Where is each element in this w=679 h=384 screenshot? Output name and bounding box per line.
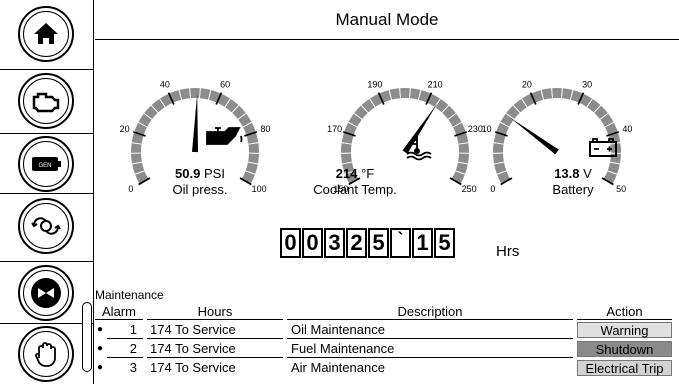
battery-tick-label: 40 <box>622 124 632 134</box>
maintenance-title: Maintenance <box>95 288 164 302</box>
coolant-temp-readout: 214 °F Coolant Temp. <box>295 166 415 198</box>
battery-scale-segment <box>492 143 504 153</box>
row-bullet: ● <box>97 362 104 373</box>
hour-digit: 3 <box>324 228 345 258</box>
cycle-button[interactable] <box>0 194 94 262</box>
table-row[interactable]: ● 1 174 To Service Oil Maintenance Warni… <box>95 321 679 339</box>
battery-tick-label: 20 <box>522 79 532 89</box>
description-cell: Fuel Maintenance <box>287 340 573 358</box>
gauges-panel: 0 20 40 60 80 100 150 170 190 210 230 250 0 10 20 30 40 5… <box>95 40 679 220</box>
oil-pressure-scale-segment <box>190 88 200 99</box>
horn-silence-button[interactable] <box>0 262 94 324</box>
generator-button[interactable]: GEN <box>0 134 94 194</box>
stop-button-circle[interactable] <box>18 326 74 382</box>
engine-button-circle[interactable] <box>18 73 74 129</box>
description-cell: Air Maintenance <box>291 360 385 375</box>
hours-cell: 174 To Service <box>150 360 236 375</box>
coolant-temp-value: 214 <box>335 166 358 181</box>
coolant-temp-tick-label: 170 <box>327 124 342 134</box>
stop-button[interactable] <box>0 324 94 384</box>
cycle-button-circle[interactable] <box>18 198 74 254</box>
scroll-slider[interactable] <box>82 302 92 372</box>
title-bar: Manual Mode <box>95 0 679 40</box>
hour-digit: 2 <box>346 228 367 258</box>
oil-pressure-tick-label: 20 <box>120 124 130 134</box>
row-bullet: ● <box>97 324 104 335</box>
oil-pressure-tick-label: 40 <box>160 79 170 89</box>
action-cell[interactable]: Electrical Trip <box>577 360 672 376</box>
oil-can-icon <box>206 127 243 145</box>
description-header: Description <box>287 304 573 320</box>
alarm-cell: 3 <box>129 360 137 375</box>
engine-button[interactable] <box>0 70 94 134</box>
generator-icon: GEN <box>32 157 61 171</box>
horn-silence-button-circle[interactable] <box>18 265 74 321</box>
thermometer-bulb-icon <box>414 148 420 154</box>
home-button[interactable] <box>0 0 94 70</box>
generator-button-circle[interactable]: GEN <box>18 136 74 192</box>
table-row[interactable]: ● 3 174 To Service Air Maintenance Elect… <box>95 359 679 377</box>
oil-pressure-tick-label: 80 <box>260 124 270 134</box>
page-title: Manual Mode <box>335 10 439 29</box>
battery-tick-label: 10 <box>482 124 492 134</box>
coolant-temp-scale-segment <box>458 143 470 153</box>
oil-pressure-label: Oil press. <box>172 182 228 197</box>
row-bullet: ● <box>97 343 104 354</box>
table-row[interactable]: ● 2 174 To Service Fuel Maintenance Shut… <box>95 340 679 358</box>
hours-cell: 174 To Service <box>147 321 283 339</box>
hours-header: Hours <box>147 304 283 320</box>
hour-digit: 0 <box>280 228 301 258</box>
hour-digit: 0 <box>302 228 323 258</box>
oil-pressure-tick-label: 60 <box>220 79 230 89</box>
coolant-temp-scale-segment <box>341 143 352 153</box>
alarm-cell: 1 <box>107 321 143 339</box>
hour-meter-unit: Hrs <box>496 243 520 260</box>
battery-scale-segment <box>552 88 562 99</box>
hour-fraction-digit: 1 <box>412 228 433 258</box>
alarm-cell: 2 <box>107 340 143 358</box>
coolant-temp-tick-label: 210 <box>428 79 443 89</box>
oil-pressure-readout: 50.9 PSI Oil press. <box>145 166 255 198</box>
coolant-temp-unit: °F <box>361 166 375 181</box>
description-cell: Oil Maintenance <box>287 321 573 339</box>
home-button-circle[interactable] <box>18 6 74 62</box>
hour-meter: 0 0 3 2 5 ` 1 5 <box>280 228 456 258</box>
battery-tick-label: 30 <box>582 79 592 89</box>
hours-cell: 174 To Service <box>147 340 283 358</box>
gen-label: GEN <box>38 163 51 169</box>
coolant-temp-tick-label: 250 <box>462 184 477 194</box>
oil-pressure-scale-segment <box>131 143 142 153</box>
battery-tick-label: 0 <box>490 184 495 194</box>
coolant-temp-label: Coolant Temp. <box>313 182 397 197</box>
cycle-icon <box>31 217 61 235</box>
hand-stop-icon <box>35 342 56 367</box>
battery-unit: V <box>583 166 592 181</box>
coolant-temp-tick-label: 190 <box>367 79 382 89</box>
hour-separator: ` <box>390 228 411 258</box>
engine-icon <box>32 92 60 113</box>
oil-pressure-needle <box>192 94 198 153</box>
action-header: Action <box>577 304 672 320</box>
alarm-header: Alarm <box>95 304 143 320</box>
oil-pressure-tick-label: 0 <box>128 184 133 194</box>
action-cell[interactable]: Shutdown <box>577 341 672 357</box>
action-cell[interactable]: Warning <box>577 322 672 338</box>
hour-fraction-digit: 5 <box>434 228 455 258</box>
battery-readout: 13.8 V Battery <box>523 166 623 198</box>
oil-pressure-scale-segment <box>248 143 259 153</box>
battery-label: Battery <box>552 182 594 197</box>
oil-pressure-unit: PSI <box>203 166 225 181</box>
battery-needle <box>510 117 559 155</box>
hour-digit: 5 <box>368 228 389 258</box>
oil-pressure-value: 50.9 <box>175 166 201 181</box>
sidebar: GEN <box>0 0 94 384</box>
battery-value: 13.8 <box>554 166 580 181</box>
coolant-temp-needle <box>402 103 438 154</box>
horn-off-icon <box>31 278 61 308</box>
coolant-temp-scale-segment <box>400 88 410 99</box>
home-icon <box>34 23 58 44</box>
